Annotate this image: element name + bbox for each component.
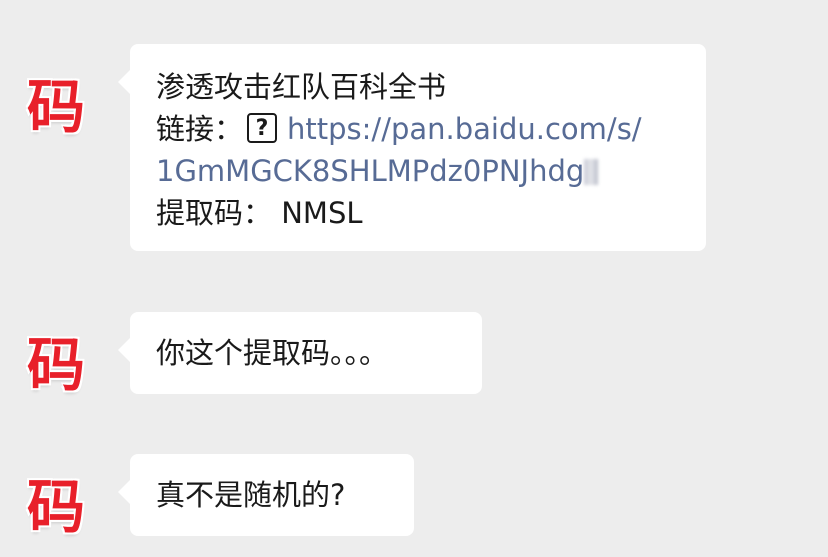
link-label: 链接： [156,112,244,146]
unknown-char-icon: ? [247,113,278,143]
extract-code-value: NMSL [281,196,363,230]
message-text: 真不是随机的? [156,478,346,512]
share-link-row-2: 1GmMGCK8SHLMPdz0PNJhdg [156,150,680,192]
share-link-part-2[interactable]: 1GmMGCK8SHLMPdz0PNJhdg [156,154,584,188]
share-link-part-1[interactable]: https://pan.baidu.com/s/ [287,112,642,146]
avatar[interactable]: 码 [22,468,90,541]
share-link-row: 链接：? https://pan.baidu.com/s/ [156,108,680,150]
share-title: 渗透攻击红队百科全书 [156,70,447,104]
message-text: 你这个提取码。。。 [156,336,389,370]
message-bubble[interactable]: 渗透攻击红队百科全书 链接：? https://pan.baidu.com/s/ … [118,44,706,251]
message-bubble[interactable]: 真不是随机的? [118,454,414,536]
extract-code-row: 提取码： NMSL [156,192,680,234]
avatar[interactable]: 码 [22,68,90,141]
extract-code-label: 提取码： [156,196,273,230]
redacted-mosaic [584,159,599,185]
message-bubble[interactable]: 你这个提取码。。。 [118,312,482,394]
avatar[interactable]: 码 [22,326,90,399]
